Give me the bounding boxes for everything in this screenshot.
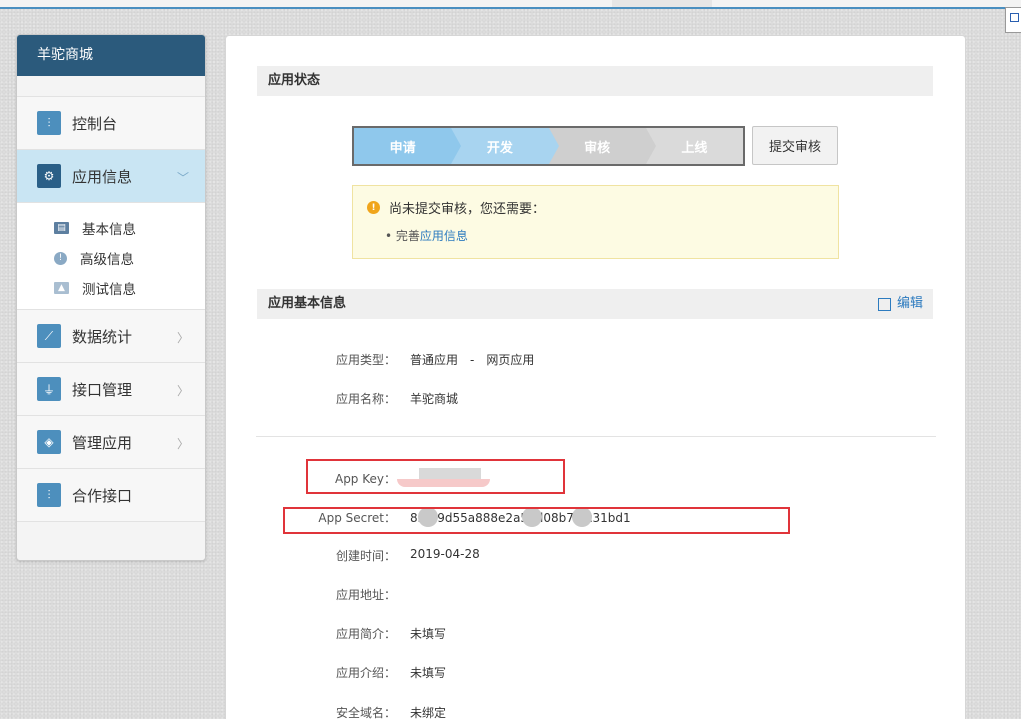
bullet-icon: • <box>385 229 396 243</box>
step-label: 开发 <box>486 140 513 156</box>
section-header-status: 应用状态 <box>257 66 933 96</box>
sidebar-footer <box>17 521 205 560</box>
app-info-link[interactable]: 应用信息 <box>420 229 468 243</box>
step-label: 上线 <box>681 140 708 156</box>
square-icon <box>1010 13 1019 22</box>
sidebar-subitem-advanced-info[interactable]: ! 高级信息 <box>17 243 205 273</box>
line-chart-icon: ⟋ <box>37 324 61 348</box>
sidebar-item-manage-apps[interactable]: ◈ 管理应用 〉 <box>17 415 205 468</box>
warning-notice: ! 尚未提交审核，您还需要： • 完善应用信息 <box>352 185 839 259</box>
edit-icon <box>877 297 891 311</box>
sidebar-subnav: ▤ 基本信息 ! 高级信息 ▲ 测试信息 <box>17 202 205 309</box>
divider <box>256 436 936 437</box>
sidebar-item-label: 控制台 <box>72 114 118 133</box>
field-value: 未绑定 <box>410 706 447 719</box>
chevron-down-icon: ﹀ <box>176 171 189 185</box>
sidebar-item-label: 合作接口 <box>72 486 133 505</box>
gear-icon: ⚙ <box>37 164 61 188</box>
notice-message: 尚未提交审核，您还需要： <box>389 202 546 217</box>
sidebar-subitem-label: 基本信息 <box>82 222 136 238</box>
section-header-basic-info: 应用基本信息 编辑 <box>257 289 933 319</box>
notice-todo: • 完善应用信息 <box>385 227 468 244</box>
browser-tab[interactable] <box>612 0 712 7</box>
sidebar-subitem-test-info[interactable]: ▲ 测试信息 <box>17 273 205 303</box>
layers-icon: ◈ <box>37 430 61 454</box>
browser-top-bar <box>0 0 1021 9</box>
field-value: 未填写 <box>410 627 447 641</box>
field-label: 应用简介： <box>335 627 396 641</box>
chevron-right-icon: 〉 <box>176 331 189 345</box>
field-label: 安全域名： <box>335 706 396 719</box>
field-label: 应用名称： <box>335 392 396 406</box>
progress-steps: 申请 开发 审核 上线 <box>352 126 745 166</box>
sliders-icon: ⫶ <box>37 483 61 507</box>
info-circle-icon: ! <box>54 251 67 265</box>
submit-review-button[interactable]: 提交审核 <box>752 126 838 165</box>
edit-label: 编辑 <box>896 296 923 311</box>
step-label: 审核 <box>584 140 611 156</box>
sidebar-item-partner-api[interactable]: ⫶ 合作接口 <box>17 468 205 521</box>
id-card-icon: ▤ <box>54 222 69 234</box>
field-label: 应用类型： <box>335 353 396 367</box>
sidebar-subitem-label: 高级信息 <box>80 252 134 268</box>
image-icon: ▲ <box>54 282 69 294</box>
section-title: 应用状态 <box>268 73 321 88</box>
field-label: 应用介绍： <box>335 666 396 680</box>
step-arrow <box>645 128 656 164</box>
highlight-box-app-key <box>306 459 565 494</box>
field-value: 普通应用 - 网页应用 <box>410 353 535 367</box>
sidebar-item-app-info[interactable]: ⚙ 应用信息 ﹀ <box>17 149 205 202</box>
sidebar-item-api-management[interactable]: ⏚ 接口管理 〉 <box>17 362 205 415</box>
step-label: 申请 <box>389 140 416 156</box>
sidebar-item-label: 数据统计 <box>72 327 133 346</box>
step-develop: 开发 <box>451 128 559 164</box>
step-apply: 申请 <box>354 128 462 164</box>
window-corner-icon[interactable] <box>1005 7 1021 33</box>
sliders-icon: ⫶ <box>37 111 61 135</box>
field-value: 未填写 <box>410 666 447 680</box>
step-arrow <box>548 128 559 164</box>
highlight-box-app-secret <box>283 507 790 534</box>
sidebar-item-label: 应用信息 <box>72 167 133 186</box>
chevron-right-icon: 〉 <box>176 437 189 451</box>
notice-message-row: ! 尚未提交审核，您还需要： <box>367 198 545 217</box>
step-online: 上线 <box>645 128 743 164</box>
sidebar-item-label: 接口管理 <box>72 380 133 399</box>
field-value: 羊驼商城 <box>410 392 459 406</box>
sidebar-subitem-basic-info[interactable]: ▤ 基本信息 <box>17 213 205 243</box>
step-arrow <box>451 128 462 164</box>
chevron-right-icon: 〉 <box>176 384 189 398</box>
field-value: 2019-04-28 <box>410 547 480 561</box>
main-panel: 应用状态 申请 开发 审核 上线 提交审核 ! 尚未提交审核，您还需要： • 完… <box>225 35 966 719</box>
plug-icon: ⏚ <box>37 377 61 401</box>
step-review: 审核 <box>548 128 656 164</box>
sidebar-item-console[interactable]: ⫶ 控制台 <box>17 96 205 149</box>
field-label: 应用地址： <box>335 588 396 602</box>
sidebar-item-label: 管理应用 <box>72 433 133 452</box>
field-label: 创建时间： <box>335 549 396 563</box>
notice-todo-prefix: 完善 <box>395 229 420 243</box>
sidebar-subitem-label: 测试信息 <box>82 282 136 298</box>
app-brand[interactable]: 羊驼商城 <box>17 35 205 76</box>
sidebar-item-statistics[interactable]: ⟋ 数据统计 〉 <box>17 309 205 362</box>
section-title: 应用基本信息 <box>268 296 347 311</box>
warning-icon: ! <box>367 201 380 214</box>
edit-button[interactable]: 编辑 <box>877 289 923 319</box>
sidebar: 羊驼商城 ⫶ 控制台 ⚙ 应用信息 ﹀ ▤ 基本信息 ! 高级信息 ▲ 测试信息… <box>16 34 206 561</box>
